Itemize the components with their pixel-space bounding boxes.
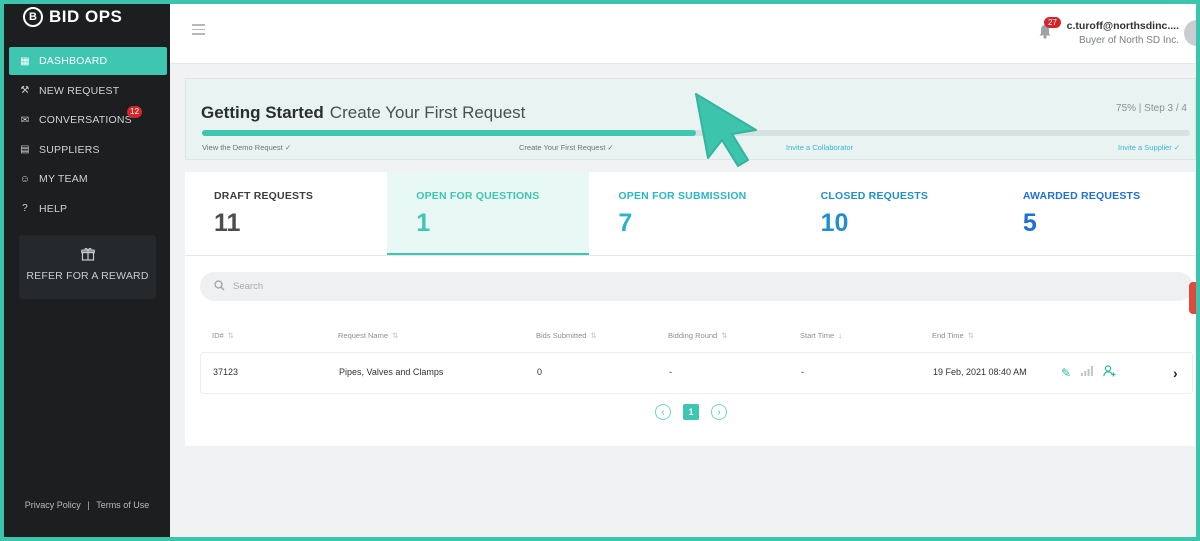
footer-separator: | (87, 500, 90, 510)
previous-page-button[interactable]: ‹ (655, 404, 671, 420)
column-header-start-time[interactable]: Start Time ↓ (800, 331, 842, 340)
sidebar-item-my-team[interactable]: ☺ MY TEAM (9, 165, 167, 193)
sidebar-item-label: DASHBOARD (39, 55, 108, 67)
tab-draft-requests[interactable]: DRAFT REQUESTS 11 (185, 172, 387, 255)
progress-bar-fill (202, 130, 696, 136)
cursor-arrow-icon (692, 92, 762, 177)
hammer-icon: ⚒ (20, 85, 30, 96)
id-card-icon: ▤ (20, 144, 30, 155)
side-feedback-tab[interactable] (1189, 282, 1196, 314)
app-frame: B BID OPS ▦ DASHBOARD ⚒ NEW REQUEST ✉ CO… (4, 4, 1196, 537)
cell-start-time: - (801, 367, 804, 377)
logo-text: BID OPS (49, 7, 123, 26)
sidebar-item-label: MY TEAM (39, 173, 88, 185)
chevron-right-icon[interactable]: › (1173, 365, 1178, 381)
stat-label: OPEN FOR QUESTIONS (416, 190, 540, 202)
column-header-bids-submitted[interactable]: Bids Submitted ⇅ (536, 331, 597, 340)
conversations-badge: 12 (127, 106, 143, 118)
sidebar-item-suppliers[interactable]: ▤ SUPPLIERS (9, 136, 167, 164)
step-view-demo-link[interactable]: View the Demo Request ✓ (202, 143, 291, 152)
sort-down-icon: ↓ (838, 331, 842, 340)
getting-started-panel: Getting Started Create Your First Request… (185, 78, 1196, 160)
privacy-policy-link[interactable]: Privacy Policy (25, 500, 81, 510)
tab-open-for-submission[interactable]: OPEN FOR SUBMISSION 7 (589, 172, 791, 255)
terms-of-use-link[interactable]: Terms of Use (96, 500, 149, 510)
sidebar-item-label: CONVERSATIONS (39, 114, 132, 126)
refer-label: REFER FOR A REWARD (26, 270, 149, 282)
tab-closed-requests[interactable]: CLOSED REQUESTS 10 (792, 172, 994, 255)
sort-icon: ⇅ (721, 331, 728, 340)
edit-pencil-icon[interactable]: ✎ (1061, 366, 1071, 380)
sort-icon: ⇅ (967, 331, 974, 340)
help-icon: ? (22, 203, 28, 214)
page-number-button[interactable]: 1 (683, 404, 699, 420)
notification-badge: 27 (1044, 17, 1061, 28)
sidebar-footer: Privacy Policy | Terms of Use (4, 500, 170, 510)
search-bar[interactable]: Search (200, 272, 1193, 301)
sidebar-item-new-request[interactable]: ⚒ NEW REQUEST (9, 77, 167, 105)
sidebar-nav: ▦ DASHBOARD ⚒ NEW REQUEST ✉ CONVERSATION… (9, 47, 167, 224)
logo-badge: B (23, 7, 43, 27)
request-status-tabs: DRAFT REQUESTS 11 OPEN FOR QUESTIONS 1 O… (185, 172, 1196, 256)
team-icon: ☺ (19, 173, 31, 185)
top-bar: 27 c.turoff@northsdinc.... Buyer of Nort… (170, 4, 1196, 64)
assign-user-icon[interactable] (1103, 365, 1116, 380)
progress-step-text: 75% | Step 3 / 4 (1116, 103, 1187, 114)
sidebar-item-dashboard[interactable]: ▦ DASHBOARD (9, 47, 167, 75)
sort-icon: ⇅ (590, 331, 597, 340)
next-page-button[interactable]: › (711, 404, 727, 420)
step-invite-supplier-link[interactable]: Invite a Supplier ✓ (1118, 143, 1180, 152)
sidebar: B BID OPS ▦ DASHBOARD ⚒ NEW REQUEST ✉ CO… (4, 4, 170, 537)
dashboard-icon: ▦ (20, 55, 30, 67)
cell-end-time: 19 Feb, 2021 08:40 AM (933, 367, 1027, 377)
getting-started-heading: Getting Started (201, 103, 324, 122)
table-row[interactable]: 37123 Pipes, Valves and Clamps 0 - - 19 … (200, 352, 1193, 394)
search-icon (214, 279, 225, 294)
stat-label: DRAFT REQUESTS (214, 190, 314, 202)
step-create-request-link[interactable]: Create Your First Request ✓ (519, 143, 614, 152)
signal-bars-icon[interactable] (1081, 366, 1093, 379)
avatar[interactable] (1184, 20, 1196, 46)
gift-icon (19, 247, 156, 264)
stat-label: OPEN FOR SUBMISSION (618, 190, 747, 202)
stat-value: 1 (416, 209, 431, 237)
sidebar-item-conversations[interactable]: ✉ CONVERSATIONS 12 (9, 106, 167, 134)
cell-bidding-round: - (669, 367, 672, 377)
stat-value: 11 (214, 209, 241, 237)
stat-value: 10 (820, 209, 849, 237)
column-header-bidding-round[interactable]: Bidding Round ⇅ (668, 331, 728, 340)
sidebar-item-label: NEW REQUEST (39, 84, 120, 97)
logo[interactable]: B BID OPS (23, 7, 122, 27)
pagination: ‹ 1 › (655, 404, 727, 420)
column-header-request-name[interactable]: Request Name ⇅ (338, 331, 398, 340)
cell-bids-submitted: 0 (537, 367, 543, 377)
sort-icon: ⇅ (227, 331, 234, 340)
tab-open-for-questions[interactable]: OPEN FOR QUESTIONS 1 (387, 172, 590, 255)
sidebar-item-label: SUPPLIERS (39, 143, 100, 156)
requests-card: Search ID# ⇅ Request Name ⇅ Bids Submitted… (185, 256, 1196, 446)
hamburger-menu-icon[interactable] (192, 24, 205, 38)
step-invite-collaborator-link[interactable]: Invite a Collaborator (786, 143, 853, 152)
cell-request-name: Pipes, Valves and Clamps (339, 367, 444, 377)
tab-awarded-requests[interactable]: AWARDED REQUESTS 5 (994, 172, 1196, 255)
user-role: Buyer of North SD Inc. (1078, 35, 1179, 46)
cell-id: 37123 (213, 367, 239, 377)
stat-label: CLOSED REQUESTS (820, 190, 929, 202)
sidebar-item-help[interactable]: ? HELP (9, 195, 167, 223)
stat-value: 7 (618, 209, 633, 237)
search-input[interactable]: Search (233, 281, 263, 292)
stat-value: 5 (1022, 209, 1037, 237)
sidebar-item-label: HELP (39, 202, 68, 215)
refer-for-reward-button[interactable]: REFER FOR A REWARD (19, 235, 156, 299)
sort-icon: ⇅ (392, 331, 399, 340)
column-header-id[interactable]: ID# ⇅ (212, 331, 234, 340)
stat-label: AWARDED REQUESTS (1022, 190, 1141, 202)
getting-started-subtitle: Create Your First Request (329, 103, 526, 122)
row-actions: ✎ (1061, 365, 1116, 380)
column-header-end-time[interactable]: End Time ⇅ (932, 331, 974, 340)
user-menu[interactable]: c.turoff@northsdinc.... Buyer of North S… (1062, 20, 1179, 46)
user-email: c.turoff@northsdinc.... (1066, 20, 1179, 32)
getting-started-title: Getting Started Create Your First Request (201, 103, 525, 123)
mail-icon: ✉ (20, 114, 30, 126)
